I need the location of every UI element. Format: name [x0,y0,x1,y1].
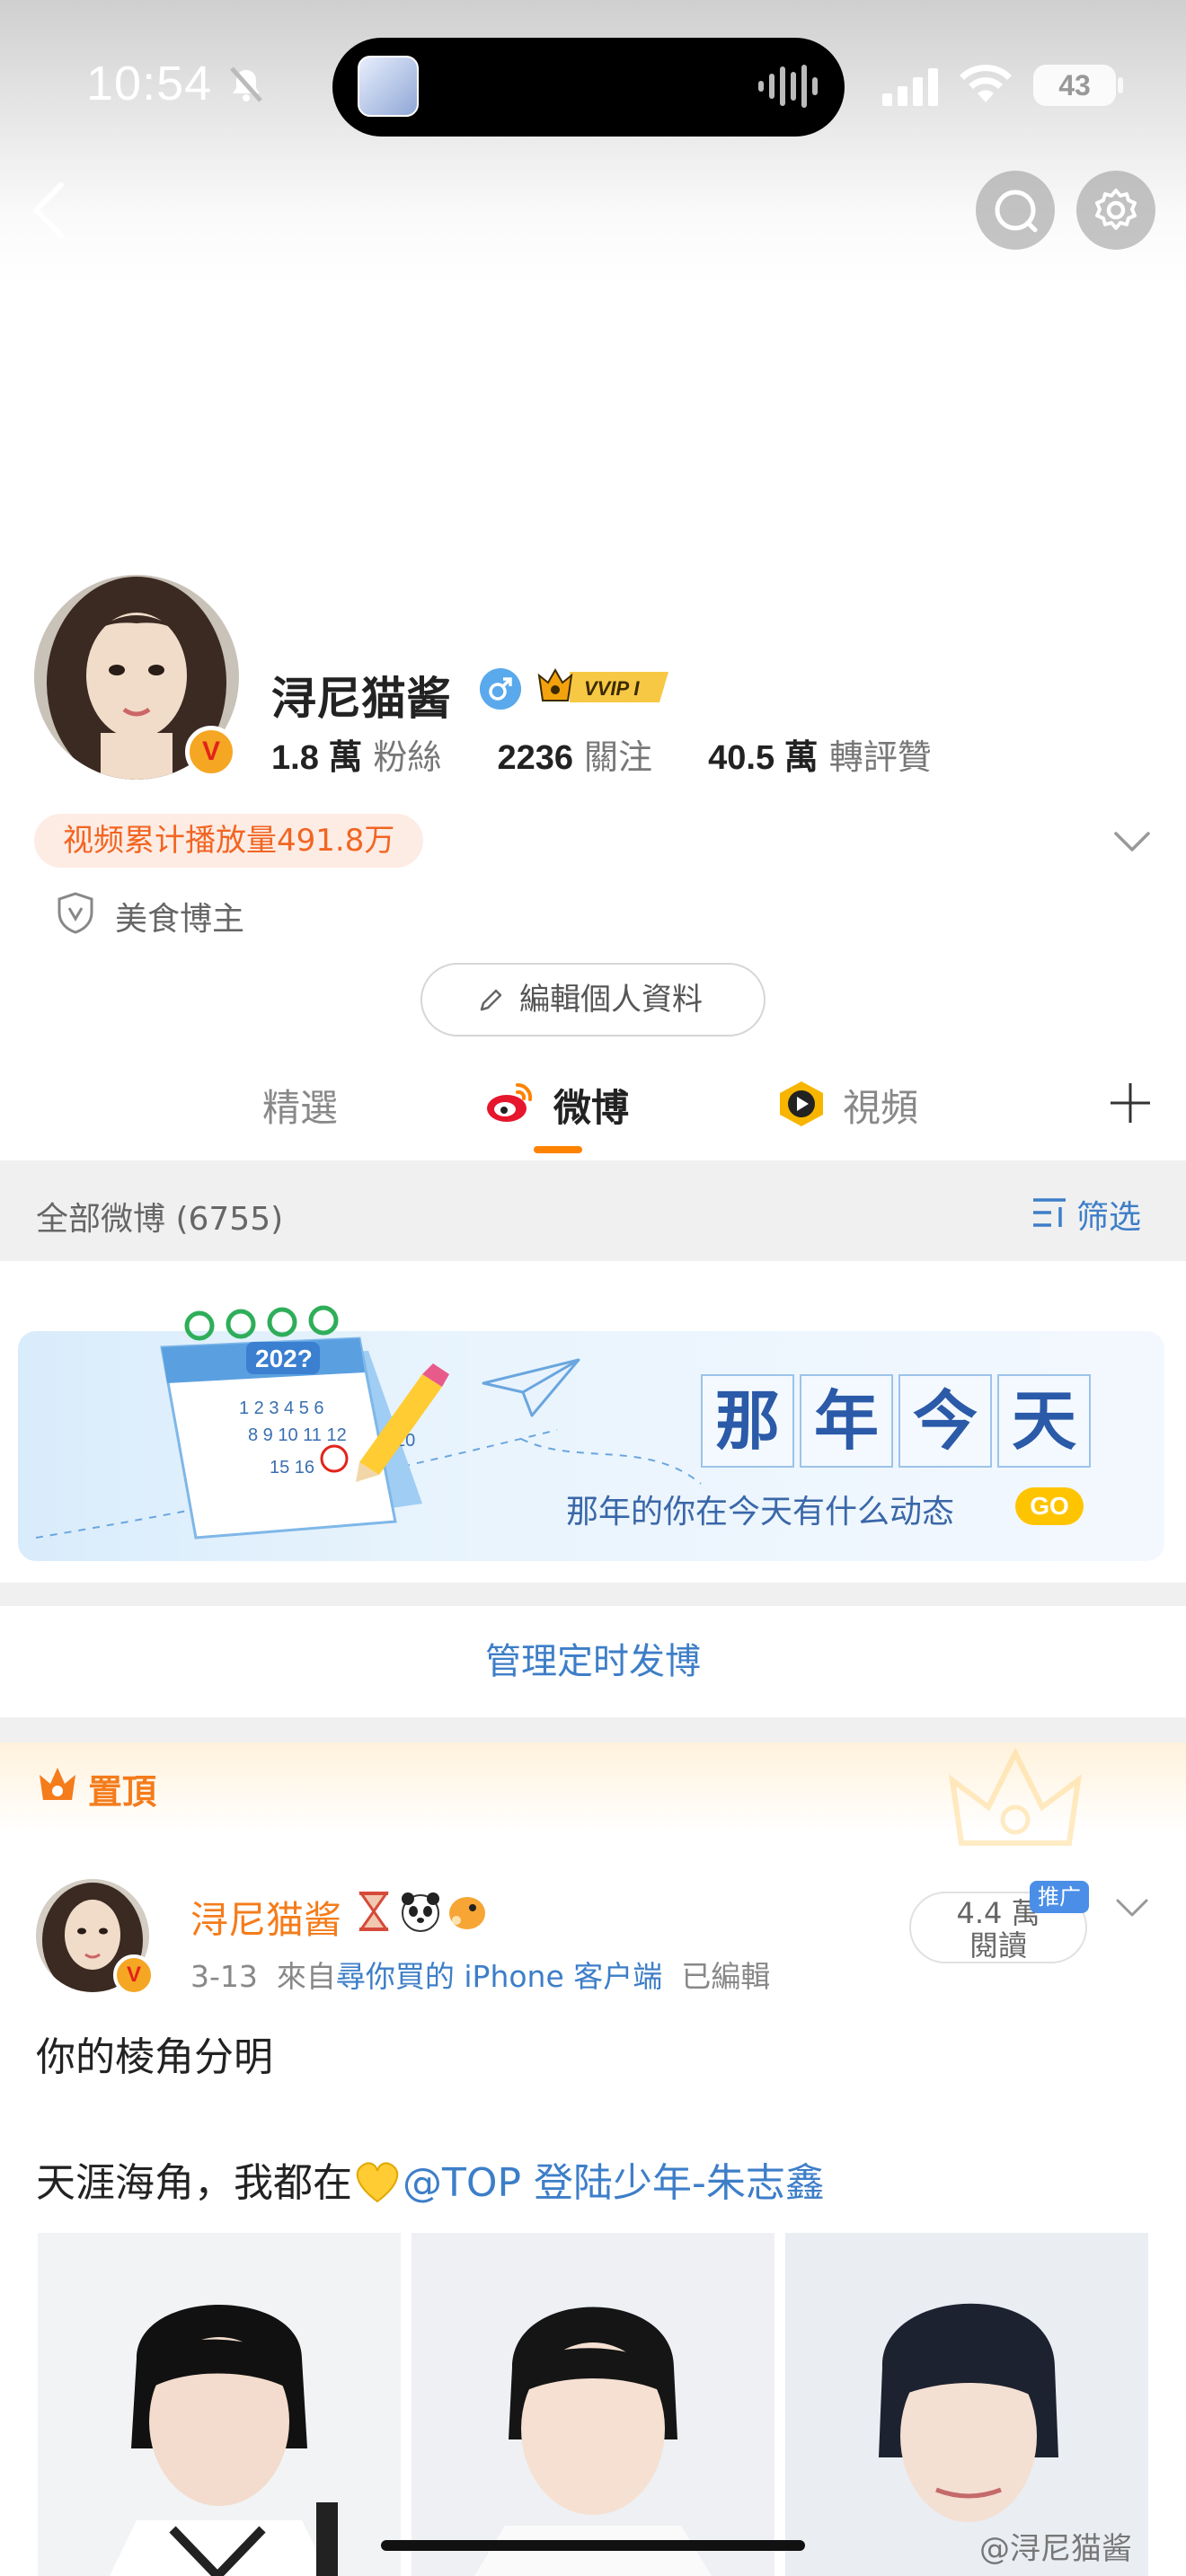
vvip-badge[interactable]: VVIP I [534,665,677,710]
yellow-heart-icon [356,2162,399,2203]
svg-text:1 2 3 4 5 6: 1 2 3 4 5 6 [239,1398,324,1418]
profile-stats: 1.8 萬粉絲 2236 關注 40.5 萬轉評贊 [271,729,977,779]
stat-reposts[interactable]: 40.5 萬轉評贊 [708,729,932,779]
title-char: 那 [701,1374,794,1468]
title-char: 天 [997,1374,1091,1468]
vvip-label: VVIP I [584,677,640,700]
wifi-icon [960,64,1012,102]
tab-weibo[interactable]: 微博 [553,1078,629,1133]
video-channel-icon [780,1081,823,1126]
edit-profile-button[interactable]: 編輯個人資料 [420,963,766,1037]
post-meta: 3-13 來自尋你買的 iPhone 客户端 已編輯 [190,1953,770,1996]
post-author-name[interactable]: 浔尼猫酱 [190,1890,341,1945]
verified-badge-icon: V [185,726,237,778]
stat-followers[interactable]: 1.8 萬粉絲 [271,729,441,779]
settings-button[interactable] [1076,171,1155,250]
title-char: 今 [898,1374,992,1468]
image-watermark: @浔尼猫酱 [979,2531,1132,2567]
male-gender-icon [480,668,521,710]
post-text-line-1: 你的棱角分明 [36,2034,273,2080]
post-edited-label: 已編輯 [681,1959,771,1994]
post-count-label: 全部微博 (6755) [36,1201,284,1238]
crown-watermark-icon [949,1747,1082,1846]
promote-badge[interactable]: 推广 [1030,1881,1089,1913]
shield-v-icon [58,892,93,934]
active-tab-indicator [534,1146,582,1153]
calendar-illustration: 202? 1 2 3 4 5 6 8 9 10 11 12 15 16 20 [160,1305,449,1539]
battery-tip [1118,77,1123,93]
post-text-prefix: 天涯海角，我都在 [36,2160,352,2206]
pin-crown-icon [40,1768,75,1800]
audio-wave-icon [758,65,818,108]
bell-muted-icon [230,66,262,102]
filter-lines-icon [1033,1198,1066,1227]
chevron-down-icon[interactable] [1111,823,1154,859]
svg-text:8 9 10 11 12: 8 9 10 11 12 [248,1425,347,1445]
search-button[interactable] [976,171,1055,250]
profile-name: 浔尼猫酱 [271,673,451,725]
hourglass-icon [358,1892,389,1931]
post-photo[interactable] [412,2233,774,2576]
pencil-icon [480,989,502,1011]
manage-scheduled-posts-button[interactable]: 管理定时发博 [0,1606,1186,1717]
go-button[interactable]: GO [1015,1487,1084,1525]
weibo-logo-icon [487,1082,533,1122]
status-time: 10:54 [86,57,213,110]
filter-label: 筛选 [1076,1199,1142,1236]
read-count-label: 閱讀 [969,1928,1027,1963]
paper-plane-icon [482,1358,580,1417]
post-source-link[interactable]: 尋你買的 iPhone 客户端 [336,1959,662,1994]
tab-videos[interactable]: 視頻 [843,1078,918,1133]
verified-badge-icon: V [113,1954,155,1996]
back-arrow-icon[interactable] [27,180,70,241]
search-icon [995,190,1038,233]
calendar-year: 202? [255,1345,313,1372]
section-divider [0,1583,1186,1606]
post-date: 3-13 [190,1959,258,1994]
post-photo[interactable] [38,2233,401,2576]
edit-profile-label: 編輯個人資料 [519,982,703,1018]
panda-icon [402,1892,439,1932]
app-thumbnail-icon [358,56,419,117]
video-play-count-pill[interactable]: 视频累计播放量491.8万 [34,814,424,868]
stat-following[interactable]: 2236 關注 [498,729,653,779]
section-divider [0,1717,1186,1742]
home-indicator [381,2540,805,2551]
pufferfish-icon [449,1897,485,1929]
add-tab-plus-icon[interactable] [1109,1081,1152,1125]
svg-text:15 16: 15 16 [270,1458,314,1478]
on-this-day-subtitle: 那年的你在今天有什么动态 [566,1494,955,1531]
title-char: 年 [800,1374,893,1468]
post-more-chevron-icon[interactable] [1114,1895,1150,1922]
nickname-emoji-icons [358,1892,485,1932]
tab-featured[interactable]: 精選 [262,1078,338,1133]
pinned-label: 置頂 [36,1764,156,1813]
filter-button[interactable]: 筛选 [1031,1191,1141,1238]
profile-tag-label: 美食博主 [115,901,245,938]
mention-link[interactable]: @TOP 登陆少年-朱志鑫 [403,2160,825,2206]
cellular-signal-icon [882,68,938,106]
post-text-line-2: 天涯海角，我都在 @TOP 登陆少年-朱志鑫 [36,2150,825,2208]
gear-icon [1095,189,1137,230]
post-source-prefix: 來自 [276,1959,336,1994]
battery-indicator: 43 [1033,65,1116,106]
